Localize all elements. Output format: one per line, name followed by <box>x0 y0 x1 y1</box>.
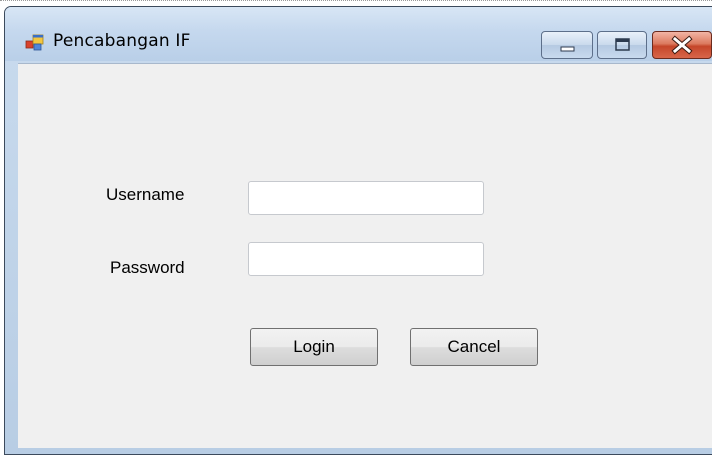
close-button[interactable] <box>652 31 712 59</box>
title-bar[interactable]: Pencabangan IF <box>5 7 712 61</box>
form-client-area: Username Password Login Cancel <box>18 63 712 448</box>
screenshot-edge <box>0 0 712 2</box>
app-window: Pencabangan IF Username Password Login C… <box>4 6 712 455</box>
maximize-button[interactable] <box>597 31 647 59</box>
login-button[interactable]: Login <box>250 328 378 366</box>
username-input[interactable] <box>248 181 484 215</box>
minimize-button[interactable] <box>541 31 593 59</box>
maximize-icon <box>615 38 630 51</box>
minimize-icon <box>560 46 575 52</box>
cancel-button[interactable]: Cancel <box>410 328 538 366</box>
password-input[interactable] <box>248 242 484 276</box>
username-label: Username <box>106 185 185 204</box>
password-label: Password <box>110 258 185 277</box>
window-title: Pencabangan IF <box>53 31 191 51</box>
close-icon <box>671 35 693 55</box>
winforms-app-icon <box>25 32 45 52</box>
